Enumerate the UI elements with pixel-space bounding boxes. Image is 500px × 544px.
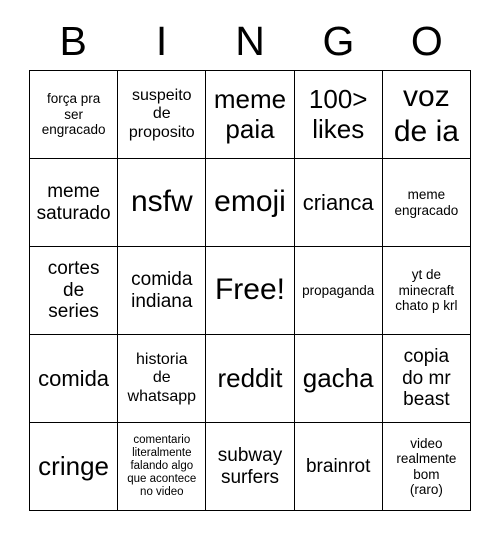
- bingo-cell-label: nsfw: [130, 185, 193, 219]
- bingo-cell[interactable]: comida indiana: [118, 247, 207, 335]
- bingo-header-letter-i: I: [155, 17, 168, 64]
- bingo-cell[interactable]: voz de ia: [382, 71, 471, 159]
- bingo-cell[interactable]: subway surfers: [206, 423, 295, 511]
- bingo-cell[interactable]: nsfw: [118, 159, 207, 247]
- bingo-cell[interactable]: comida: [30, 335, 119, 423]
- bingo-cell-label: 100> likes: [308, 83, 368, 144]
- bingo-cell-label: crianca: [302, 189, 374, 215]
- bingo-cell-label: cringe: [38, 450, 109, 481]
- bingo-cell-label: meme saturado: [36, 180, 111, 224]
- bingo-cell[interactable]: meme engracado: [382, 159, 471, 247]
- bingo-cell-label: comida: [38, 365, 110, 391]
- bingo-cell-label: yt de minecraft chato p krl: [395, 267, 458, 314]
- bingo-cell[interactable]: reddit: [206, 335, 295, 423]
- bingo-cell[interactable]: yt de minecraft chato p krl: [382, 247, 471, 335]
- bingo-cell[interactable]: copia do mr beast: [382, 335, 471, 423]
- bingo-free-space-label: Free!: [214, 273, 285, 307]
- bingo-cell-label: emoji: [214, 185, 286, 219]
- bingo-cell-label: voz de ia: [393, 80, 459, 148]
- bingo-cell[interactable]: propaganda: [294, 247, 383, 335]
- bingo-cell-label: video realmente bom (raro): [396, 435, 457, 497]
- bingo-cell[interactable]: cortes de series: [30, 247, 119, 335]
- bingo-cell-label: brainrot: [305, 455, 371, 477]
- bingo-header-letter-b: B: [59, 17, 87, 64]
- bingo-cell-label: suspeito de proposito: [128, 87, 195, 141]
- bingo-cell-label: comentario literalmente falando algo que…: [127, 433, 197, 499]
- bingo-cell[interactable]: suspeito de proposito: [118, 71, 207, 159]
- bingo-cell[interactable]: comentario literalmente falando algo que…: [118, 423, 207, 511]
- bingo-cell[interactable]: crianca: [294, 159, 383, 247]
- bingo-cell[interactable]: historia de whatsapp: [118, 335, 207, 423]
- bingo-cell-free-space[interactable]: Free!: [206, 247, 295, 335]
- bingo-cell-label: comida indiana: [131, 268, 193, 312]
- bingo-grid: força pra ser engracado suspeito de prop…: [29, 70, 471, 511]
- bingo-cell-label: meme engracado: [394, 187, 459, 218]
- bingo-cell[interactable]: video realmente bom (raro): [382, 423, 471, 511]
- bingo-header-letter-o: O: [410, 17, 443, 64]
- bingo-cell[interactable]: meme paia: [206, 71, 295, 159]
- bingo-cell-label: força pra ser engracado: [41, 91, 106, 138]
- bingo-cell-label: propaganda: [302, 282, 375, 298]
- bingo-cell-label: historia de whatsapp: [127, 351, 197, 405]
- bingo-card: B I N G O força pra ser engracado suspei…: [29, 12, 471, 512]
- bingo-cell[interactable]: cringe: [30, 423, 119, 511]
- bingo-cell[interactable]: brainrot: [294, 423, 383, 511]
- bingo-cell-label: reddit: [217, 362, 283, 393]
- bingo-header-row: B I N G O: [29, 12, 471, 70]
- bingo-cell-label: cortes de series: [47, 258, 100, 323]
- bingo-header-letter-g: G: [322, 17, 355, 64]
- bingo-cell-label: copia do mr beast: [402, 346, 451, 411]
- bingo-cell[interactable]: meme saturado: [30, 159, 119, 247]
- bingo-cell[interactable]: gacha: [294, 335, 383, 423]
- bingo-cell[interactable]: 100> likes: [294, 71, 383, 159]
- bingo-cell-label: subway surfers: [217, 444, 283, 488]
- bingo-cell-label: meme paia: [213, 83, 287, 144]
- bingo-cell[interactable]: emoji: [206, 159, 295, 247]
- bingo-header-letter-n: N: [235, 17, 265, 64]
- bingo-cell-label: gacha: [302, 362, 374, 393]
- bingo-cell[interactable]: força pra ser engracado: [30, 71, 119, 159]
